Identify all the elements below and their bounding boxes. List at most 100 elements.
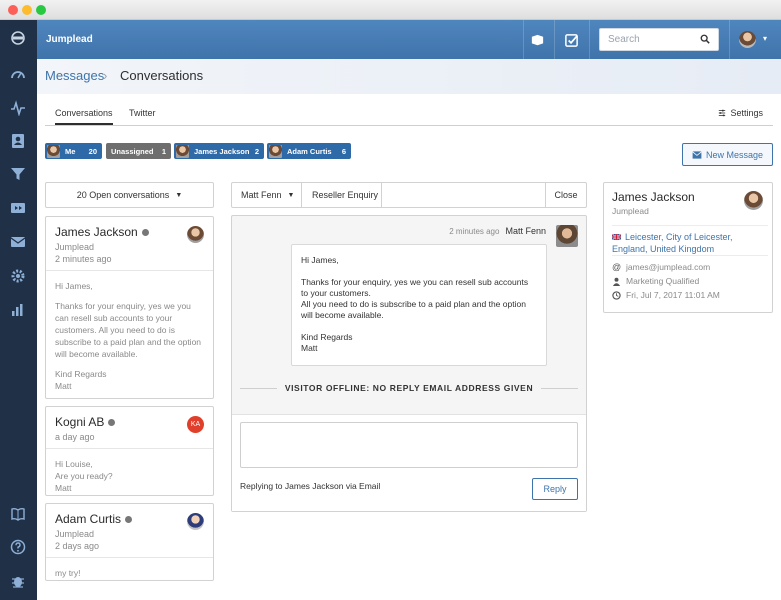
preview-line: my try! (55, 567, 204, 579)
search-icon[interactable] (700, 34, 710, 47)
envelope-icon (692, 151, 702, 159)
filter-label: Adam Curtis (287, 147, 332, 156)
clock-icon (612, 291, 621, 300)
search-input[interactable] (608, 34, 698, 45)
messages-icon[interactable] (8, 232, 28, 252)
thread-bar-spacer (381, 182, 546, 208)
preview-line: Hi Louise, (55, 458, 204, 470)
maximize-window-button[interactable] (36, 5, 46, 15)
divider (589, 20, 590, 59)
window-titlebar (0, 0, 781, 20)
search-box[interactable] (599, 28, 719, 51)
preview-line: Matt (55, 380, 204, 392)
message-thread: 2 minutes ago Matt Fenn Hi James, Thanks… (231, 215, 587, 512)
assignee-dropdown[interactable]: Matt Fenn ▼ (231, 182, 302, 208)
reports-icon[interactable] (8, 300, 28, 320)
avatar (187, 226, 204, 243)
open-conversations-dropdown[interactable]: 20 Open conversations ▼ (45, 182, 214, 208)
filter-count: 2 (255, 147, 259, 156)
message-preview: Hi Louise, Are you ready? Matt (46, 449, 213, 500)
caret-down-icon: ▼ (175, 192, 182, 199)
person-icon (612, 277, 621, 286)
filter-label: Unassigned (111, 147, 154, 156)
inbox-flag-icon[interactable] (527, 30, 547, 50)
status-dot-icon (125, 516, 132, 523)
close-label: Close (554, 190, 577, 200)
avatar (176, 145, 189, 158)
conversation-card[interactable]: Adam Curtis Jumplead 2 days ago my try! (45, 503, 214, 581)
settings-label: Settings (730, 108, 763, 118)
message-time: 2 minutes ago (449, 227, 499, 236)
contact-name: Kogni AB (55, 415, 104, 429)
close-conversation-button[interactable]: Close (545, 182, 587, 208)
preview-line: Are you ready? (55, 470, 204, 482)
tab-conversations[interactable]: Conversations (55, 108, 113, 125)
dashboard-icon[interactable] (8, 64, 28, 84)
location-text: Leicester, City of Leicester, England, U… (612, 232, 733, 254)
filter-me[interactable]: Me 20 (45, 143, 102, 159)
user-avatar[interactable] (739, 31, 756, 48)
offline-notice: VISITOR OFFLINE: NO REPLY EMAIL ADDRESS … (240, 381, 578, 395)
app-logo-icon[interactable] (8, 28, 28, 48)
avatar (187, 513, 204, 530)
bug-report-icon[interactable] (8, 571, 28, 591)
brand-name[interactable]: Jumplead (46, 34, 93, 45)
filter-james-jackson[interactable]: James Jackson 2 (174, 143, 264, 159)
minimize-window-button[interactable] (22, 5, 32, 15)
message-line: All you need to do is subscribe to a pai… (301, 299, 537, 321)
help-icon[interactable] (8, 537, 28, 557)
conversation-card[interactable]: Kogni AB a day ago KA Hi Louise, Are you… (45, 406, 214, 496)
contact-name: Adam Curtis (55, 512, 121, 526)
reply-textarea[interactable] (240, 422, 578, 468)
caret-down-icon: ▼ (288, 192, 295, 199)
filter-unassigned[interactable]: Unassigned 1 (106, 143, 171, 159)
new-message-button[interactable]: New Message (682, 143, 773, 166)
contact-panel: James Jackson Jumplead Leicester, City o… (603, 182, 773, 313)
breadcrumb-separator-icon: › (103, 68, 107, 83)
divider (523, 20, 524, 59)
divider (729, 20, 730, 59)
conversation-card[interactable]: James Jackson Jumplead 2 minutes ago Hi … (45, 216, 214, 399)
avatar (744, 191, 763, 210)
avatar: KA (187, 416, 204, 433)
contact-email[interactable]: james@jumplead.com (626, 262, 710, 272)
contact-name[interactable]: James Jackson (612, 190, 695, 204)
company-name: Jumplead (612, 206, 649, 216)
avatar (269, 145, 282, 158)
tab-twitter[interactable]: Twitter (129, 108, 156, 118)
tasks-check-icon[interactable] (561, 30, 581, 50)
filter-label: James Jackson (194, 147, 249, 156)
automation-icon[interactable] (8, 198, 28, 218)
book-icon[interactable] (8, 504, 28, 524)
filter-label: Me (65, 147, 75, 156)
offline-notice-text: VISITOR OFFLINE: NO REPLY EMAIL ADDRESS … (285, 383, 533, 393)
reply-area: Replying to James Jackson via Email Repl… (232, 414, 586, 511)
preview-line: Thanks for your enquiry, yes we you can … (55, 300, 204, 360)
uk-flag-icon (612, 234, 621, 240)
contacts-icon[interactable] (8, 131, 28, 151)
assignee-name: Matt Fenn (241, 190, 282, 200)
reply-button[interactable]: Reply (532, 478, 578, 500)
divider (554, 20, 555, 59)
timestamp: 2 days ago (55, 541, 204, 551)
breadcrumb-messages-link[interactable]: Messages (45, 68, 104, 83)
contact-stage: Marketing Qualified (626, 276, 699, 286)
contact-name: James Jackson (55, 225, 138, 239)
message-line: Thanks for your enquiry, yes we you can … (301, 277, 537, 299)
contact-location[interactable]: Leicester, City of Leicester, England, U… (612, 225, 768, 255)
settings-gear-icon[interactable] (8, 266, 28, 286)
reply-note: Replying to James Jackson via Email (240, 481, 380, 491)
sliders-icon (718, 109, 726, 117)
close-window-button[interactable] (8, 5, 18, 15)
chevron-down-icon[interactable]: ▾ (763, 34, 767, 43)
filter-count: 20 (89, 147, 97, 156)
status-dot-icon (108, 419, 115, 426)
message-preview: my try! (46, 558, 213, 585)
activity-icon[interactable] (8, 98, 28, 118)
settings-button[interactable]: Settings (718, 108, 763, 118)
filter-adam-curtis[interactable]: Adam Curtis 6 (267, 143, 351, 159)
preview-line: Hi James, (55, 280, 204, 292)
thread-subject: Reseller Enquiry (301, 182, 382, 208)
filter-icon[interactable] (8, 164, 28, 184)
message-meta: 2 minutes ago Matt Fenn (449, 226, 546, 236)
